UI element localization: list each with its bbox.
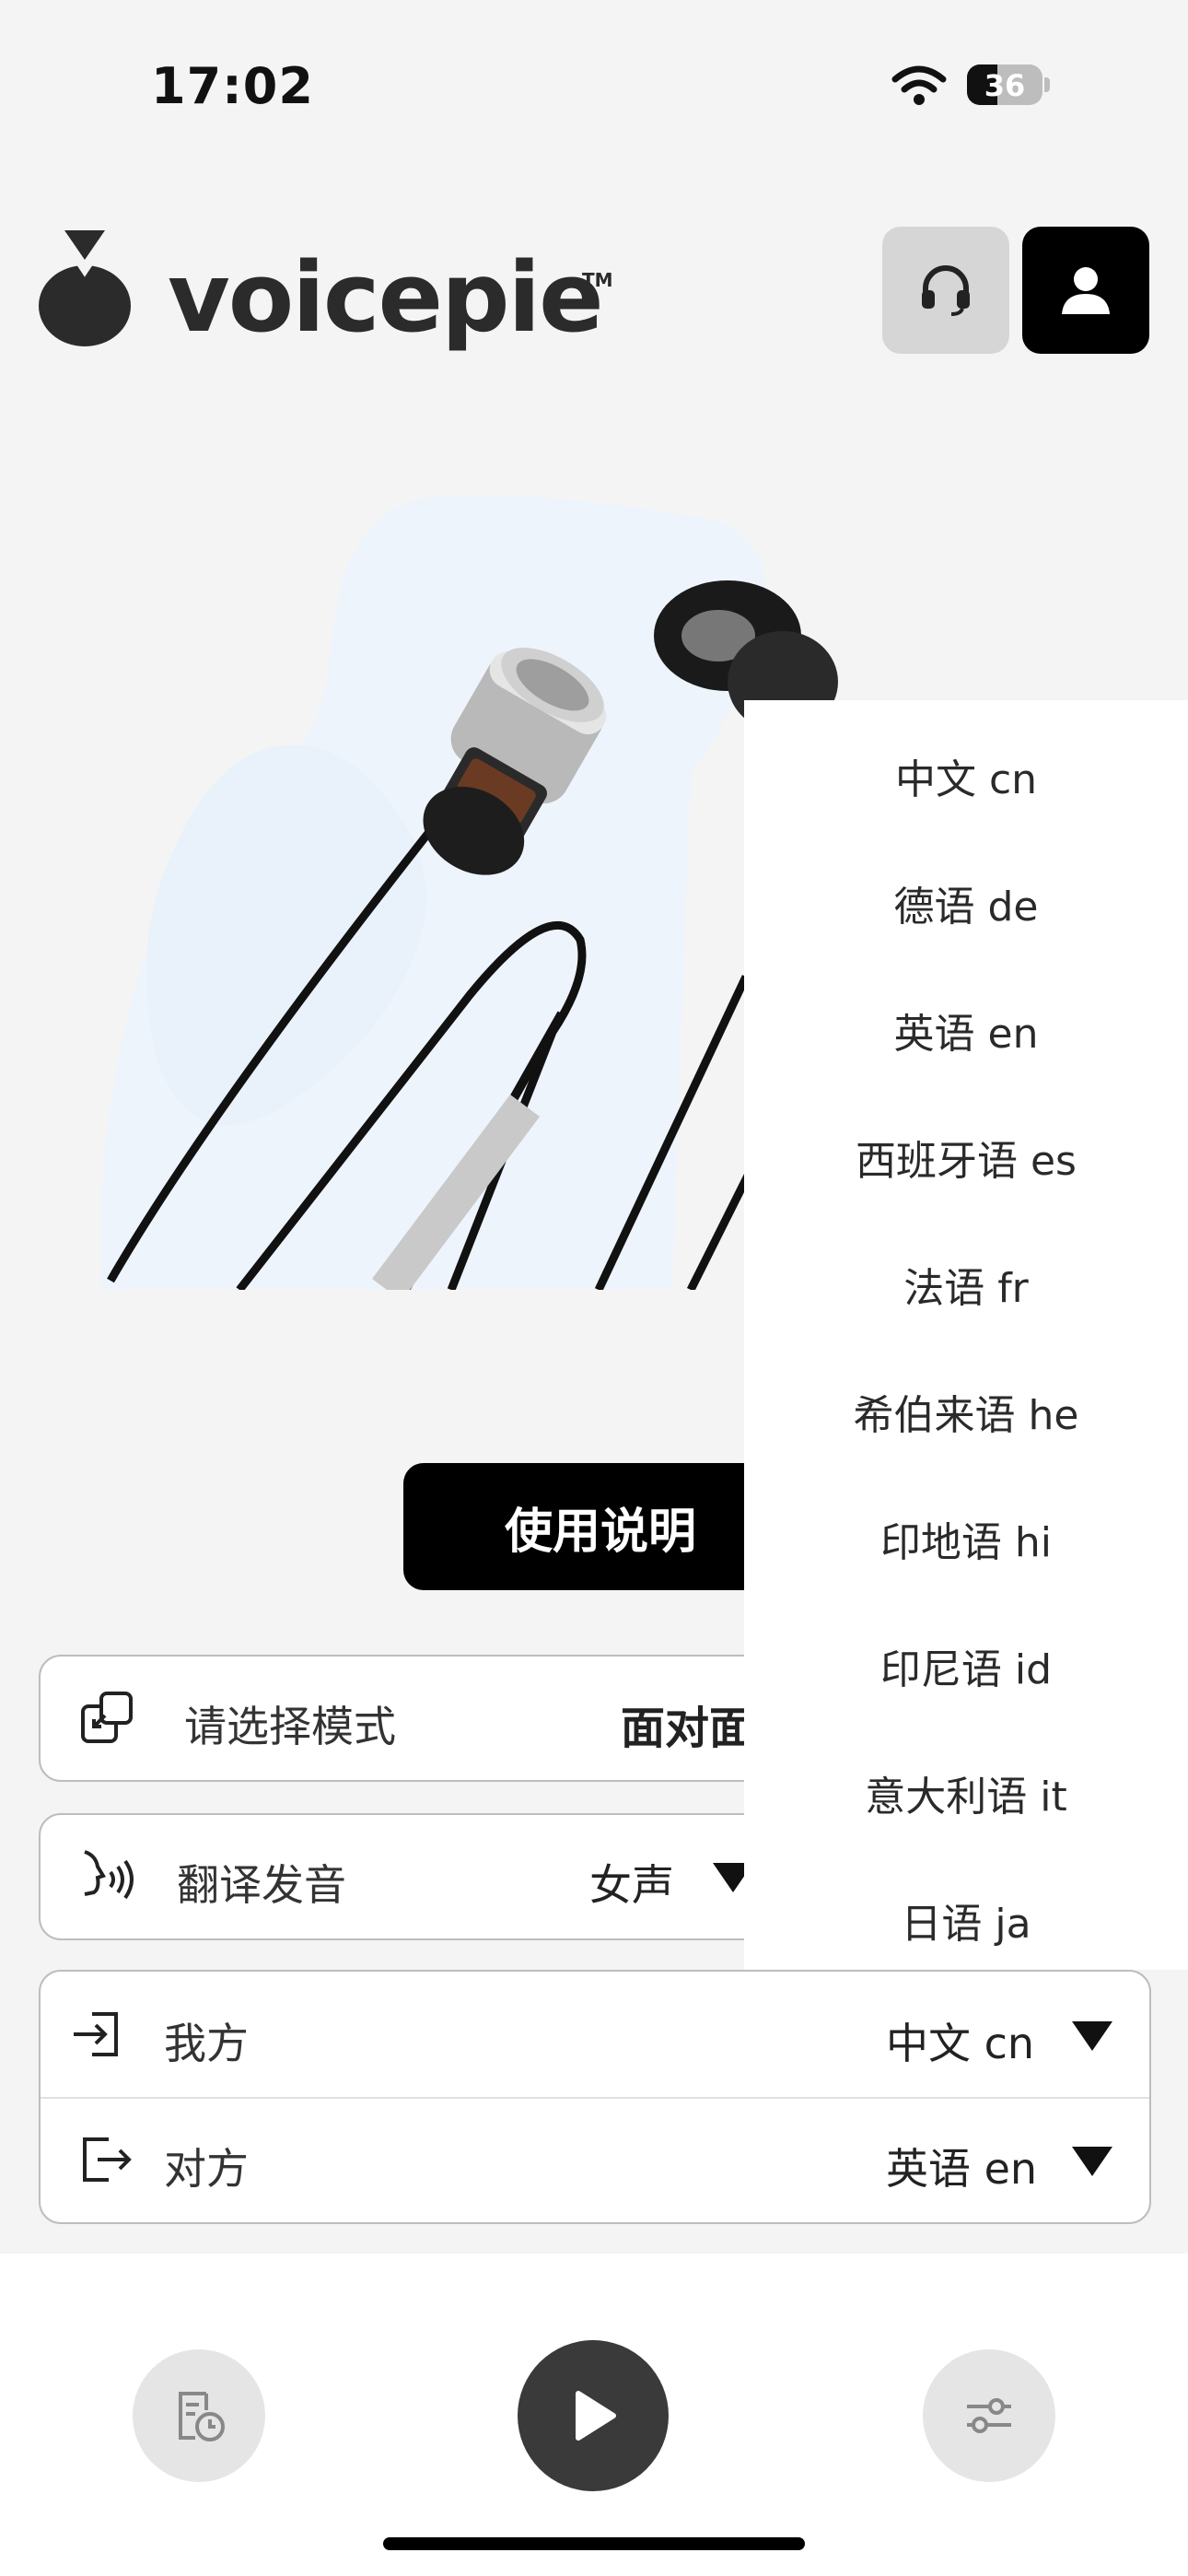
- instructions-button[interactable]: 使用说明: [403, 1463, 798, 1590]
- play-icon: [576, 2391, 616, 2441]
- language-option[interactable]: 西班牙语 es: [744, 1130, 1188, 1194]
- headset-icon: [922, 265, 970, 316]
- voice-value: 女声: [589, 1860, 674, 1910]
- support-button[interactable]: [882, 227, 1009, 354]
- battery-icon: 36: [967, 64, 1042, 105]
- settings-button[interactable]: [923, 2349, 1055, 2482]
- profile-button[interactable]: [1022, 227, 1149, 354]
- language-option[interactable]: 法语 fr: [744, 1257, 1188, 1321]
- other-language-label: 对方: [164, 2144, 249, 2194]
- logout-arrow-icon: [83, 2137, 132, 2182]
- history-button[interactable]: [133, 2349, 265, 2482]
- earphones-product-image: [101, 495, 838, 1290]
- language-option[interactable]: 印地语 hi: [744, 1511, 1188, 1575]
- language-dropdown-menu: 中文 cn 德语 de 英语 en 西班牙语 es 法语 fr 希伯来语 he …: [744, 700, 1188, 1970]
- wifi-icon: [891, 65, 947, 105]
- mode-switch-icon: [81, 1692, 133, 1743]
- trademark: TM: [582, 269, 613, 291]
- other-language-row[interactable]: 对方 英语 en: [41, 2099, 1149, 2222]
- user-icon: [1062, 267, 1110, 314]
- voicepie-logo-icon: [39, 228, 131, 346]
- voice-label: 翻译发音: [177, 1860, 346, 1910]
- language-option[interactable]: 印尼语 id: [744, 1638, 1188, 1703]
- play-button[interactable]: [518, 2340, 669, 2491]
- brand-name: voicepie: [168, 241, 604, 354]
- status-time: 17:02: [151, 57, 314, 115]
- language-option[interactable]: 希伯来语 he: [744, 1384, 1188, 1448]
- my-language-row[interactable]: 我方 中文 cn: [41, 1972, 1149, 2097]
- language-option[interactable]: 中文 cn: [744, 748, 1188, 813]
- language-card: 我方 中文 cn 对方 英语 en: [39, 1970, 1151, 2224]
- mode-label: 请选择模式: [184, 1702, 396, 1751]
- home-indicator: [383, 2537, 805, 2550]
- battery-nub: [1044, 77, 1050, 92]
- my-language-dropdown-icon[interactable]: [1072, 2021, 1112, 2051]
- language-option[interactable]: 日语 ja: [744, 1892, 1188, 1957]
- language-option[interactable]: 德语 de: [744, 875, 1188, 940]
- other-language-value: 英语 en: [886, 2144, 1038, 2194]
- mode-value: 面对面: [621, 1703, 754, 1754]
- language-option[interactable]: 英语 en: [744, 1002, 1188, 1067]
- language-option[interactable]: 意大利语 it: [744, 1765, 1188, 1830]
- history-doc-icon: [179, 2392, 225, 2441]
- sliders-icon: [967, 2398, 1011, 2433]
- login-arrow-icon: [74, 2012, 118, 2056]
- my-language-value: 中文 cn: [886, 2019, 1035, 2068]
- speaking-head-icon: [84, 1850, 134, 1900]
- battery-level: 36: [984, 68, 1026, 103]
- my-language-label: 我方: [164, 2019, 249, 2068]
- other-language-dropdown-icon[interactable]: [1072, 2147, 1112, 2176]
